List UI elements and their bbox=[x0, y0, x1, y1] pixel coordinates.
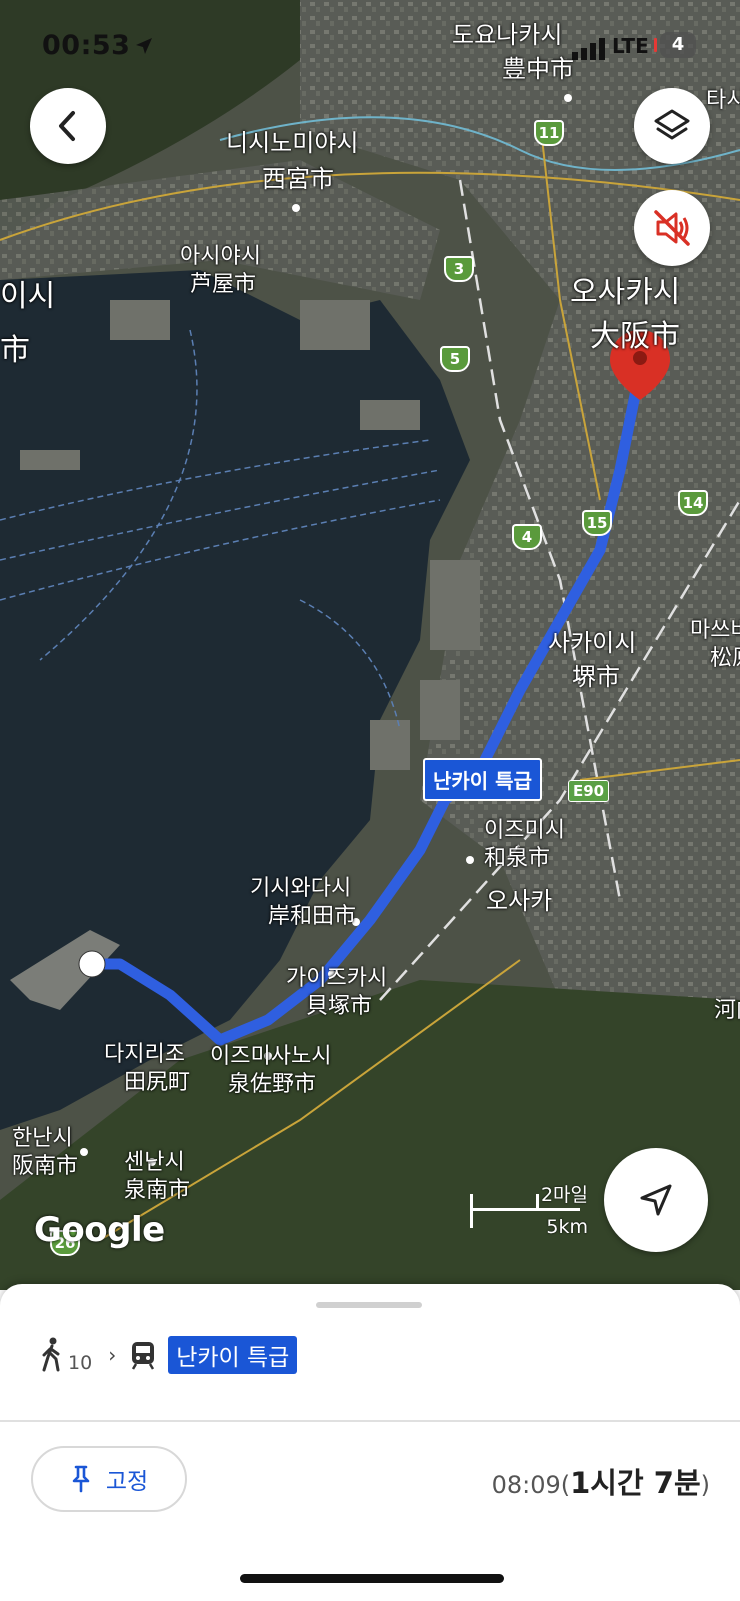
map-label: 市 bbox=[0, 333, 30, 368]
route-label[interactable]: 난카이 특급 bbox=[423, 758, 542, 801]
signal-icon bbox=[572, 38, 605, 60]
map-label: 도요나카시 bbox=[452, 21, 563, 49]
highway-badge: 14 bbox=[678, 490, 708, 516]
map-label: 貝塚市 bbox=[306, 994, 373, 1019]
map-label: 아시야시 bbox=[180, 244, 261, 269]
map-label: 이즈미사노시 bbox=[210, 1044, 332, 1069]
map-label: 니시노미야시 bbox=[226, 129, 359, 157]
battery-indicator: 4 bbox=[654, 32, 696, 58]
map-label: 마쓰바 bbox=[690, 618, 740, 643]
map-label: 岸和田市 bbox=[268, 904, 357, 929]
map-label: 泉南市 bbox=[124, 1178, 191, 1203]
map-label: 泉佐野市 bbox=[228, 1072, 317, 1097]
map-label: 芦屋市 bbox=[190, 272, 257, 297]
home-indicator[interactable] bbox=[240, 1574, 504, 1583]
my-location-button[interactable] bbox=[604, 1148, 708, 1252]
speaker-muted-icon bbox=[654, 210, 690, 246]
chevron-left-icon bbox=[59, 111, 75, 141]
network-type: LTE bbox=[612, 34, 649, 58]
divider bbox=[0, 1420, 740, 1422]
trip-duration: 1시간 7분 bbox=[570, 1466, 701, 1500]
map-label: 河内 bbox=[714, 998, 740, 1023]
route-steps: 10 › 난카이 특급 bbox=[38, 1332, 298, 1378]
map-label: 오사카시 bbox=[570, 275, 681, 310]
map-label: 한난시 bbox=[12, 1126, 73, 1151]
map-label: 오사카 bbox=[486, 887, 553, 915]
map-label: 大阪市 bbox=[590, 319, 680, 354]
map-scale: 2마일 5km bbox=[470, 1180, 588, 1238]
location-arrow-icon bbox=[136, 38, 152, 54]
map-label: 松原 bbox=[710, 646, 740, 671]
highway-badge: 3 bbox=[444, 256, 474, 282]
scale-metric: 5km bbox=[546, 1216, 588, 1238]
map-label: 和泉市 bbox=[484, 846, 551, 871]
highway-badge: 11 bbox=[534, 120, 564, 146]
highway-badge: 5 bbox=[440, 346, 470, 372]
layers-icon bbox=[654, 109, 690, 140]
walking-icon bbox=[42, 1337, 60, 1372]
map-label: 豊中市 bbox=[502, 55, 574, 83]
map-label: 이즈미시 bbox=[484, 818, 565, 843]
walk-minutes: 10 bbox=[68, 1352, 93, 1374]
pin-trip-button[interactable]: 고정 bbox=[31, 1446, 187, 1512]
pin-label: 고정 bbox=[105, 1469, 149, 1495]
clock: 00:53 bbox=[42, 30, 131, 61]
transit-line-badge: 난카이 특급 bbox=[168, 1336, 298, 1374]
map-view[interactable]: 00:53 LTE 4 도요나카시 豊中市 니시노미야시 西宮市 아시야시 芦屋… bbox=[0, 0, 740, 1290]
highway-badge: 4 bbox=[512, 524, 542, 550]
google-attribution: Google bbox=[34, 1210, 165, 1250]
map-label: 西宮市 bbox=[262, 165, 334, 193]
highway-badge: 15 bbox=[582, 510, 612, 536]
expressway-badge: E90 bbox=[568, 780, 610, 802]
route-bottom-sheet[interactable]: 10 › 난카이 특급 고정 08:09(1시간 7분) bbox=[0, 1284, 740, 1601]
map-label: 田尻町 bbox=[124, 1070, 191, 1095]
status-bar: 00:53 LTE 4 bbox=[0, 30, 740, 66]
pin-icon bbox=[72, 1465, 90, 1493]
trip-eta: 08:09(1시간 7분) bbox=[491, 1466, 710, 1500]
depart-time: 08:09 bbox=[491, 1471, 561, 1499]
train-icon bbox=[132, 1342, 155, 1370]
map-label: 堺市 bbox=[572, 663, 620, 691]
map-label: 이시 bbox=[0, 279, 56, 314]
scale-imperial: 2마일 bbox=[540, 1184, 588, 1206]
back-button[interactable] bbox=[30, 88, 106, 164]
map-label: 다지리조 bbox=[104, 1042, 185, 1067]
map-label: 타시 bbox=[706, 88, 740, 113]
navigation-arrow-icon bbox=[640, 1184, 672, 1216]
map-label: 센난시 bbox=[124, 1150, 185, 1175]
map-label: 가이즈카시 bbox=[286, 966, 388, 991]
origin-marker bbox=[78, 950, 106, 978]
sheet-drag-handle[interactable] bbox=[316, 1302, 422, 1308]
map-layers-button[interactable] bbox=[634, 88, 710, 164]
mute-voice-button[interactable] bbox=[634, 190, 710, 266]
map-label: 기시와다시 bbox=[250, 876, 352, 901]
chevron-right-icon: › bbox=[108, 1343, 117, 1367]
map-label: 阪南市 bbox=[12, 1154, 79, 1179]
map-label: 사카이시 bbox=[548, 629, 637, 657]
